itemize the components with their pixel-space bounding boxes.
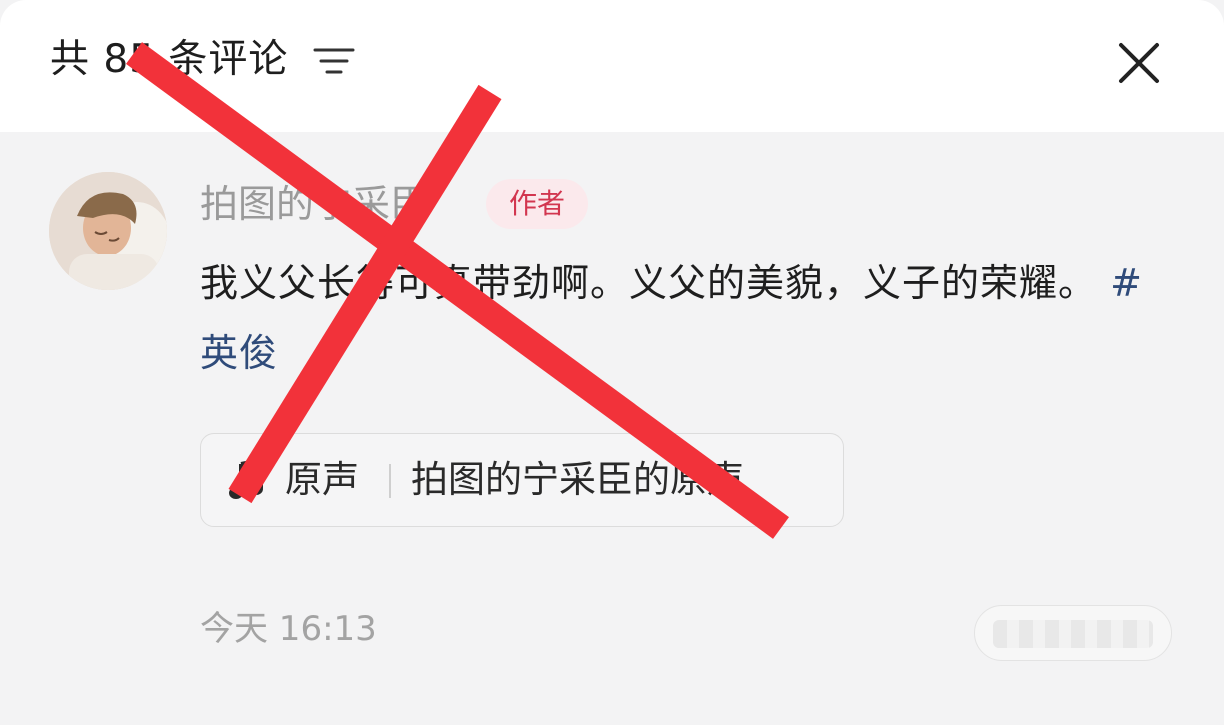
comment-text: 我义父长得可真带劲啊。义父的美貌，义子的荣耀。 #英俊 — [200, 248, 1160, 388]
chip-divider — [389, 464, 391, 498]
sound-name: 拍图的宁采臣的原声 — [411, 458, 744, 501]
comment-count-title: 共 85 条评论 — [50, 37, 289, 82]
author-badge: 作者 — [486, 179, 588, 229]
comment-timestamp: 今天 16:13 — [200, 609, 377, 649]
comment-sheet: 共 85 条评论 拍图的宁采臣 作者 我义父长得可真带劲啊。义父的美貌，义子的荣… — [0, 0, 1224, 725]
comment-action-pill[interactable] — [974, 605, 1172, 661]
blurred-action-content — [993, 620, 1153, 648]
comment-body: 我义父长得可真带劲啊。义父的美貌，义子的荣耀。 — [200, 261, 1098, 305]
user-avatar[interactable] — [49, 172, 167, 290]
comment-item: 拍图的宁采臣 作者 我义父长得可真带劲啊。义父的美貌，义子的荣耀。 #英俊 原声… — [0, 132, 1224, 725]
close-icon[interactable] — [1116, 40, 1162, 86]
music-note-icon — [229, 458, 263, 499]
sound-label: 原声 — [285, 458, 359, 501]
comment-header: 共 85 条评论 — [0, 0, 1224, 132]
filter-lines-icon[interactable] — [313, 44, 355, 78]
original-sound-chip[interactable]: 原声 拍图的宁采臣的原声 — [200, 433, 844, 527]
author-name[interactable]: 拍图的宁采臣 — [200, 176, 428, 232]
